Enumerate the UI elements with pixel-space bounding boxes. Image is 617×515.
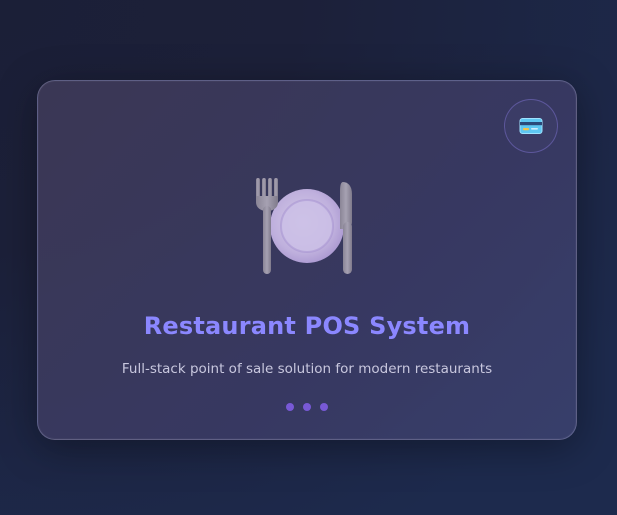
hero-illustration <box>247 176 367 276</box>
credit-card-icon <box>519 118 543 134</box>
pagination-dot[interactable] <box>320 403 328 411</box>
pagination-dots <box>38 403 576 411</box>
card-title: Restaurant POS System <box>143 312 471 340</box>
pagination-dot[interactable] <box>286 403 294 411</box>
pagination-dot[interactable] <box>303 403 311 411</box>
fork-plate-knife-icon <box>256 178 352 274</box>
project-card[interactable]: Restaurant POS System Full-stack point o… <box>37 80 577 440</box>
card-subtitle: Full-stack point of sale solution for mo… <box>121 361 493 377</box>
credit-card-badge <box>504 99 558 153</box>
